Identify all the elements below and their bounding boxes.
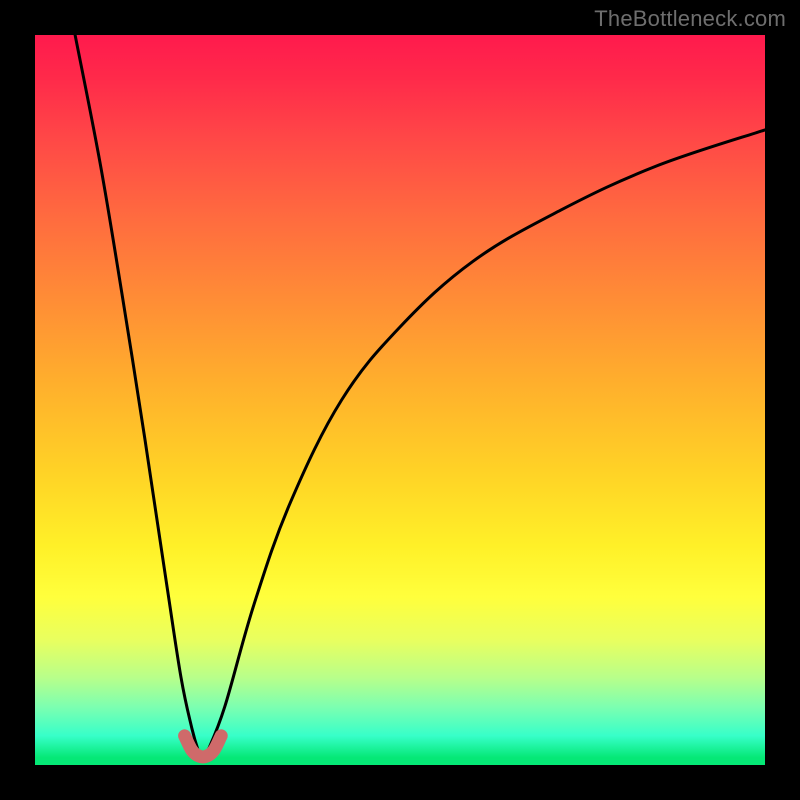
watermark-text: TheBottleneck.com bbox=[594, 6, 786, 32]
bottleneck-curve bbox=[75, 35, 765, 757]
plot-area bbox=[35, 35, 765, 765]
curve-left-branch bbox=[75, 35, 199, 754]
curve-layer bbox=[35, 35, 765, 765]
curve-right-branch bbox=[207, 130, 766, 754]
chart-frame: TheBottleneck.com bbox=[0, 0, 800, 800]
valley-highlight bbox=[185, 736, 222, 757]
